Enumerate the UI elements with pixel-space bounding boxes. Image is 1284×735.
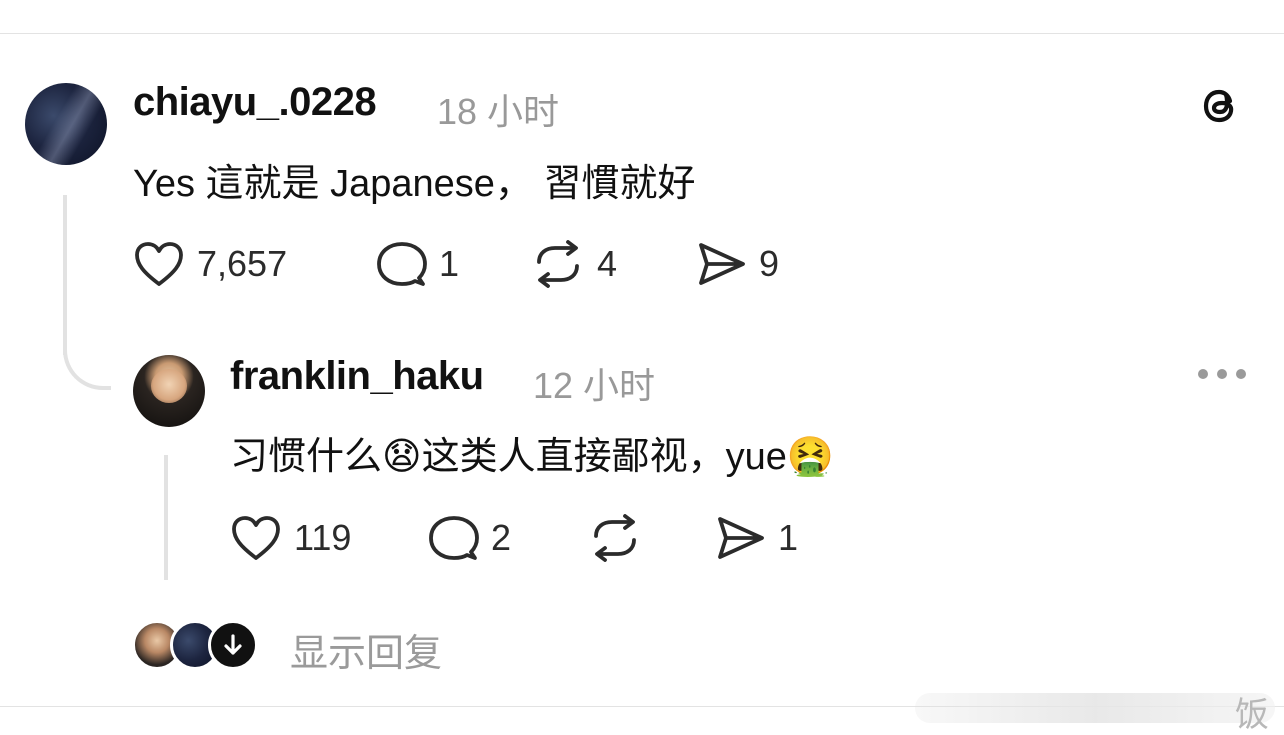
like-count: 7,657 <box>197 243 288 284</box>
reply-text: 习惯什么😧这类人直接鄙视，yue🤮 <box>230 425 834 480</box>
avatar-franklin[interactable] <box>133 355 205 427</box>
reply-share-button[interactable]: 1 <box>714 514 798 562</box>
reply-share-count: 1 <box>778 517 799 558</box>
repost-icon <box>537 240 579 288</box>
reply-text-part2: 这类人直接鄙视，yue <box>421 436 787 478</box>
reply-thread-line <box>164 455 168 580</box>
watermark-bar <box>915 693 1275 723</box>
reply-like-button[interactable]: 119 <box>230 514 351 562</box>
worried-face-emoji: 😧 <box>382 436 422 478</box>
reply-repost-button[interactable] <box>588 514 642 562</box>
repost-count: 4 <box>597 243 618 284</box>
watermark: 饭 <box>875 683 1275 734</box>
send-icon <box>718 517 764 559</box>
thread-line-curve <box>63 340 111 390</box>
vomiting-face-emoji: 🤮 <box>786 436 835 478</box>
like-button[interactable]: 7,657 <box>133 240 287 288</box>
more-options-icon[interactable] <box>1198 362 1246 386</box>
avatar-chiayu[interactable] <box>25 83 107 165</box>
reply-timestamp: 12 小时 <box>533 365 656 406</box>
comment-count: 1 <box>439 243 460 284</box>
comment-button[interactable]: 1 <box>375 240 459 288</box>
arrow-down-icon[interactable] <box>208 620 258 670</box>
top-divider <box>0 33 1284 34</box>
reply-text-part1: 习惯什么 <box>230 436 383 478</box>
comment-bubble-icon <box>377 242 427 286</box>
threads-logo-icon[interactable] <box>1196 82 1244 130</box>
show-replies-link[interactable]: 显示回复 <box>290 622 442 677</box>
reply-username[interactable]: franklin_haku <box>230 354 484 399</box>
heart-icon <box>135 242 183 286</box>
watermark-text: 饭 <box>1235 696 1269 734</box>
share-button[interactable]: 9 <box>695 240 779 288</box>
repost-button[interactable]: 4 <box>531 240 617 288</box>
heart-icon <box>232 516 280 560</box>
post-timestamp: 18 小时 <box>437 91 560 132</box>
post-text: Yes 這就是 Japanese， 習慣就好 <box>133 163 696 205</box>
send-icon <box>699 243 745 285</box>
thread-line <box>63 195 67 355</box>
comment-bubble-icon <box>429 516 479 560</box>
reply-avatars[interactable] <box>132 620 262 670</box>
share-count: 9 <box>759 243 780 284</box>
reply-comment-button[interactable]: 2 <box>427 514 511 562</box>
post-username[interactable]: chiayu_.0228 <box>133 80 377 125</box>
repost-icon <box>594 514 636 562</box>
reply-comment-count: 2 <box>491 517 512 558</box>
reply-like-count: 119 <box>294 517 352 558</box>
